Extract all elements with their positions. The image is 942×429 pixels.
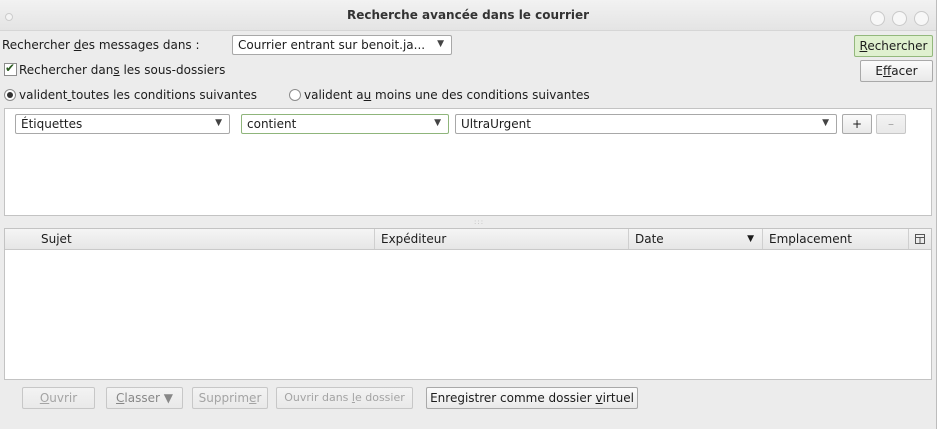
results-list[interactable]: Sujet Expéditeur Date ▼ Emplacement <box>4 228 932 380</box>
chevron-down-icon: ▼ <box>437 39 444 49</box>
window-title: Recherche avancée dans le courrier <box>346 8 590 22</box>
close-button[interactable] <box>914 11 929 26</box>
window-edge <box>937 0 942 429</box>
column-picker-icon[interactable] <box>909 229 931 249</box>
chevron-down-icon: ▼ <box>434 118 441 128</box>
match-all-radio[interactable] <box>4 89 16 101</box>
column-sender[interactable]: Expéditeur <box>375 229 629 249</box>
column-subject[interactable]: Sujet <box>5 229 375 249</box>
folder-select[interactable]: Courrier entrant sur benoit.ja... ▼ <box>232 35 452 55</box>
condition-field-select[interactable]: Étiquettes ▼ <box>15 114 230 134</box>
match-all-label: valident toutes les conditions suivantes <box>19 88 257 102</box>
condition-field-value: Étiquettes <box>21 117 83 131</box>
chevron-down-icon: ▼ <box>822 118 829 128</box>
subfolders-label: Rechercher dans les sous-dossiers <box>19 63 226 77</box>
open-in-folder-button[interactable]: Ouvrir dans le dossier <box>276 387 413 409</box>
pane-splitter[interactable]: ::: <box>0 216 936 226</box>
search-in-label: Rechercher des messages dans : <box>2 38 200 52</box>
search-button[interactable]: Rechercher <box>854 35 933 57</box>
match-any-label: valident au moins une des conditions sui… <box>304 88 590 102</box>
minimize-button[interactable] <box>870 11 885 26</box>
condition-operator-value: contient <box>247 117 297 131</box>
column-date[interactable]: Date ▼ <box>629 229 763 249</box>
title-bar[interactable]: Recherche avancée dans le courrier <box>0 0 936 31</box>
clear-button[interactable]: Effacer <box>860 60 933 82</box>
results-column-header: Sujet Expéditeur Date ▼ Emplacement <box>5 229 931 250</box>
maximize-button[interactable] <box>892 11 907 26</box>
delete-button[interactable]: Supprimer <box>192 387 268 409</box>
open-button[interactable]: Ouvrir <box>22 387 95 409</box>
sort-desc-icon: ▼ <box>747 234 754 244</box>
condition-value-select[interactable]: UltraUrgent ▼ <box>455 114 837 134</box>
grip-icon: ::: <box>474 218 485 226</box>
match-any-radio[interactable] <box>289 89 301 101</box>
folder-select-value: Courrier entrant sur benoit.ja... <box>238 38 426 52</box>
condition-operator-select[interactable]: contient ▼ <box>241 114 449 134</box>
column-date-label: Date <box>635 232 664 246</box>
save-virtual-folder-button[interactable]: Enregistrer comme dossier virtuel <box>426 387 638 409</box>
chevron-down-icon: ▼ <box>215 118 222 128</box>
search-dialog: Recherche avancée dans le courrier Reche… <box>0 0 937 429</box>
conditions-panel: Étiquettes ▼ contient ▼ UltraUrgent ▼ + … <box>4 108 932 216</box>
file-button[interactable]: Classer ▼ <box>106 387 183 409</box>
condition-value-text: UltraUrgent <box>461 117 531 131</box>
add-condition-button[interactable]: + <box>842 114 872 134</box>
column-location[interactable]: Emplacement <box>763 229 909 249</box>
remove-condition-button[interactable]: – <box>876 114 906 134</box>
subfolders-checkbox[interactable] <box>4 61 17 76</box>
